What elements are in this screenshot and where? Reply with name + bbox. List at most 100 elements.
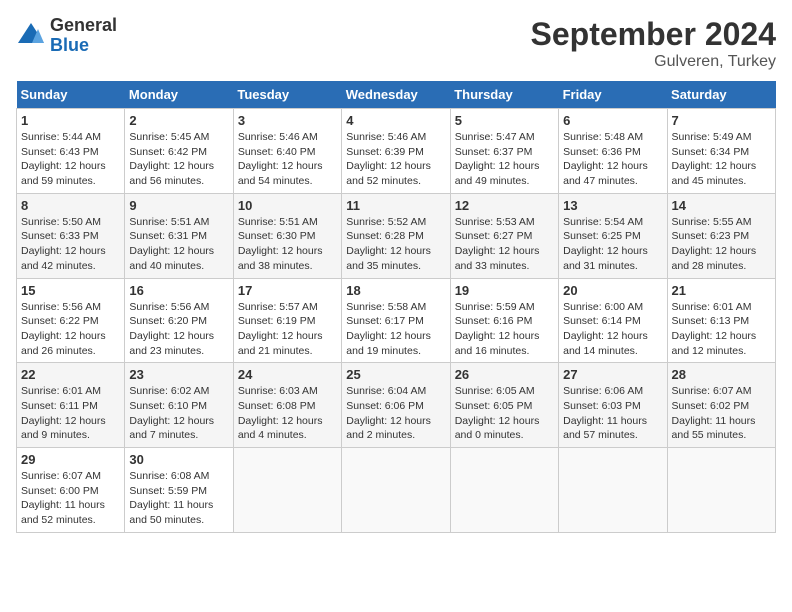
day-number: 8 [21,198,120,213]
day-info: Sunrise: 6:03 AM Sunset: 6:08 PM Dayligh… [238,384,337,443]
day-info: Sunrise: 6:02 AM Sunset: 6:10 PM Dayligh… [129,384,228,443]
calendar-cell: 25 Sunrise: 6:04 AM Sunset: 6:06 PM Dayli… [342,363,450,448]
weekday-header-saturday: Saturday [667,81,775,109]
calendar-cell: 8 Sunrise: 5:50 AM Sunset: 6:33 PM Daylig… [17,193,125,278]
calendar-cell: 16 Sunrise: 5:56 AM Sunset: 6:20 PM Dayli… [125,278,233,363]
day-info: Sunrise: 6:08 AM Sunset: 5:59 PM Dayligh… [129,469,228,528]
day-info: Sunrise: 6:01 AM Sunset: 6:11 PM Dayligh… [21,384,120,443]
weekday-header-friday: Friday [559,81,667,109]
day-info: Sunrise: 5:51 AM Sunset: 6:31 PM Dayligh… [129,215,228,274]
location-title: Gulveren, Turkey [531,53,776,71]
calendar-cell: 2 Sunrise: 5:45 AM Sunset: 6:42 PM Daylig… [125,109,233,194]
day-number: 3 [238,113,337,128]
day-number: 18 [346,283,445,298]
day-number: 24 [238,367,337,382]
day-info: Sunrise: 6:01 AM Sunset: 6:13 PM Dayligh… [672,300,771,359]
calendar-cell: 11 Sunrise: 5:52 AM Sunset: 6:28 PM Dayli… [342,193,450,278]
day-info: Sunrise: 5:44 AM Sunset: 6:43 PM Dayligh… [21,130,120,189]
day-number: 9 [129,198,228,213]
day-number: 29 [21,452,120,467]
week-row-4: 22 Sunrise: 6:01 AM Sunset: 6:11 PM Dayli… [17,363,776,448]
day-number: 11 [346,198,445,213]
day-info: Sunrise: 5:45 AM Sunset: 6:42 PM Dayligh… [129,130,228,189]
calendar-cell: 17Sunrise: 5:57 AM Sunset: 6:19 PM Dayli… [233,278,341,363]
day-info: Sunrise: 5:48 AM Sunset: 6:36 PM Dayligh… [563,130,662,189]
day-number: 7 [672,113,771,128]
logo-icon [16,21,46,51]
logo-text: General Blue [50,16,117,56]
day-info: Sunrise: 6:07 AM Sunset: 6:02 PM Dayligh… [672,384,771,443]
day-number: 5 [455,113,554,128]
day-info: Sunrise: 5:46 AM Sunset: 6:39 PM Dayligh… [346,130,445,189]
calendar-table: SundayMondayTuesdayWednesdayThursdayFrid… [16,81,776,533]
calendar-cell: 5 Sunrise: 5:47 AM Sunset: 6:37 PM Daylig… [450,109,558,194]
day-number: 10 [238,198,337,213]
logo: General Blue [16,16,117,56]
day-info: Sunrise: 5:56 AM Sunset: 6:22 PM Dayligh… [21,300,120,359]
day-number: 16 [129,283,228,298]
day-info: Sunrise: 6:00 AM Sunset: 6:14 PM Dayligh… [563,300,662,359]
weekday-header-row: SundayMondayTuesdayWednesdayThursdayFrid… [17,81,776,109]
calendar-cell: 24 Sunrise: 6:03 AM Sunset: 6:08 PM Dayli… [233,363,341,448]
calendar-cell: 30 Sunrise: 6:08 AM Sunset: 5:59 PM Dayli… [125,448,233,533]
day-number: 6 [563,113,662,128]
day-number: 1 [21,113,120,128]
day-info: Sunrise: 5:50 AM Sunset: 6:33 PM Dayligh… [21,215,120,274]
day-number: 30 [129,452,228,467]
calendar-cell [342,448,450,533]
weekday-header-monday: Monday [125,81,233,109]
day-info: Sunrise: 5:58 AM Sunset: 6:17 PM Dayligh… [346,300,445,359]
calendar-cell: 18 Sunrise: 5:58 AM Sunset: 6:17 PM Dayli… [342,278,450,363]
calendar-cell: 27 Sunrise: 6:06 AM Sunset: 6:03 PM Dayli… [559,363,667,448]
day-number: 12 [455,198,554,213]
calendar-cell: 13 Sunrise: 5:54 AM Sunset: 6:25 PM Dayli… [559,193,667,278]
calendar-cell: 19 Sunrise: 5:59 AM Sunset: 6:16 PM Dayli… [450,278,558,363]
day-number: 26 [455,367,554,382]
calendar-cell: 28Sunrise: 6:07 AM Sunset: 6:02 PM Dayli… [667,363,775,448]
logo-general: General [50,16,117,36]
day-number: 15 [21,283,120,298]
week-row-1: 1 Sunrise: 5:44 AM Sunset: 6:43 PM Daylig… [17,109,776,194]
day-info: Sunrise: 6:04 AM Sunset: 6:06 PM Dayligh… [346,384,445,443]
day-number: 19 [455,283,554,298]
day-number: 14 [672,198,771,213]
calendar-cell: 4Sunrise: 5:46 AM Sunset: 6:39 PM Daylig… [342,109,450,194]
weekday-header-tuesday: Tuesday [233,81,341,109]
calendar-cell [450,448,558,533]
header: General Blue September 2024 Gulveren, Tu… [16,16,776,71]
day-number: 21 [672,283,771,298]
day-number: 13 [563,198,662,213]
day-info: Sunrise: 5:59 AM Sunset: 6:16 PM Dayligh… [455,300,554,359]
calendar-cell: 20 Sunrise: 6:00 AM Sunset: 6:14 PM Dayli… [559,278,667,363]
day-number: 2 [129,113,228,128]
day-number: 27 [563,367,662,382]
day-number: 17 [238,283,337,298]
day-number: 25 [346,367,445,382]
day-info: Sunrise: 6:06 AM Sunset: 6:03 PM Dayligh… [563,384,662,443]
calendar-cell: 9 Sunrise: 5:51 AM Sunset: 6:31 PM Daylig… [125,193,233,278]
day-info: Sunrise: 5:53 AM Sunset: 6:27 PM Dayligh… [455,215,554,274]
day-info: Sunrise: 5:55 AM Sunset: 6:23 PM Dayligh… [672,215,771,274]
day-info: Sunrise: 5:47 AM Sunset: 6:37 PM Dayligh… [455,130,554,189]
day-info: Sunrise: 5:56 AM Sunset: 6:20 PM Dayligh… [129,300,228,359]
day-info: Sunrise: 5:52 AM Sunset: 6:28 PM Dayligh… [346,215,445,274]
calendar-cell: 3Sunrise: 5:46 AM Sunset: 6:40 PM Daylig… [233,109,341,194]
day-number: 20 [563,283,662,298]
day-info: Sunrise: 5:51 AM Sunset: 6:30 PM Dayligh… [238,215,337,274]
calendar-cell: 14 Sunrise: 5:55 AM Sunset: 6:23 PM Dayli… [667,193,775,278]
week-row-3: 15 Sunrise: 5:56 AM Sunset: 6:22 PM Dayli… [17,278,776,363]
logo-blue: Blue [50,36,117,56]
day-number: 23 [129,367,228,382]
calendar-cell: 10 Sunrise: 5:51 AM Sunset: 6:30 PM Dayli… [233,193,341,278]
calendar-cell: 26Sunrise: 6:05 AM Sunset: 6:05 PM Dayli… [450,363,558,448]
calendar-cell: 6 Sunrise: 5:48 AM Sunset: 6:36 PM Daylig… [559,109,667,194]
week-row-2: 8 Sunrise: 5:50 AM Sunset: 6:33 PM Daylig… [17,193,776,278]
calendar-cell: 22 Sunrise: 6:01 AM Sunset: 6:11 PM Dayli… [17,363,125,448]
weekday-header-wednesday: Wednesday [342,81,450,109]
day-number: 22 [21,367,120,382]
day-info: Sunrise: 5:54 AM Sunset: 6:25 PM Dayligh… [563,215,662,274]
calendar-cell: 29Sunrise: 6:07 AM Sunset: 6:00 PM Dayli… [17,448,125,533]
month-title: September 2024 [531,16,776,53]
calendar-cell [233,448,341,533]
calendar-cell: 15 Sunrise: 5:56 AM Sunset: 6:22 PM Dayli… [17,278,125,363]
